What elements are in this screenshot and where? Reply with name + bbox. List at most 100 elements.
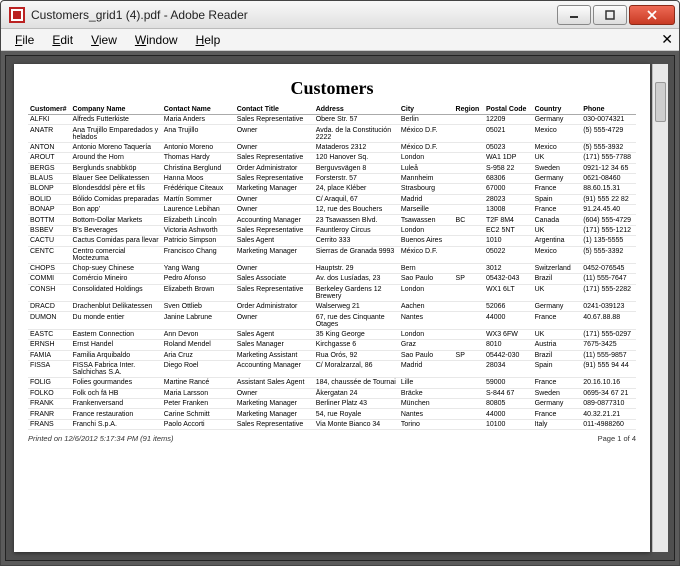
table-row: FOLKOFolk och fä HBMaria LarssonOwnerÅke… <box>28 388 636 398</box>
table-cell: UK <box>533 225 582 235</box>
table-cell: (171) 555-2282 <box>581 284 636 301</box>
table-cell: DUMON <box>28 312 71 329</box>
vertical-scrollbar[interactable] <box>652 64 668 552</box>
table-cell: London <box>399 284 454 301</box>
table-cell: C/ Araquil, 67 <box>314 194 399 204</box>
table-cell: SP <box>454 274 484 284</box>
table-cell: Centro comercial Moctezuma <box>71 246 162 263</box>
table-cell: Sven Ottlieb <box>162 302 235 312</box>
table-cell: 40.32.21.21 <box>581 409 636 419</box>
table-cell <box>454 388 484 398</box>
table-cell <box>454 329 484 339</box>
table-cell: ANATR <box>28 125 71 142</box>
menu-window[interactable]: Window <box>127 31 186 49</box>
table-cell: FOLKO <box>28 388 71 398</box>
table-cell: ALFKI <box>28 115 71 125</box>
menu-view[interactable]: View <box>83 31 125 49</box>
table-cell <box>454 125 484 142</box>
table-cell: Blauer See Delikatessen <box>71 173 162 183</box>
table-cell: CONSH <box>28 284 71 301</box>
table-cell: CENTC <box>28 246 71 263</box>
table-cell: Kirchgasse 6 <box>314 340 399 350</box>
table-cell: Graz <box>399 340 454 350</box>
table-cell: 12209 <box>484 115 533 125</box>
page-footer: Printed on 12/6/2012 5:17:34 PM (91 item… <box>28 434 636 443</box>
table-row: BOTTMBottom-Dollar MarketsElizabeth Linc… <box>28 215 636 225</box>
table-cell: Sao Paulo <box>399 274 454 284</box>
maximize-button[interactable] <box>593 5 627 25</box>
table-cell: BOTTM <box>28 215 71 225</box>
menu-help[interactable]: Help <box>188 31 229 49</box>
table-cell: 40.67.88.88 <box>581 312 636 329</box>
table-row: FRANKFrankenversandPeter FrankenMarketin… <box>28 399 636 409</box>
table-cell: Berguvsvägen 8 <box>314 163 399 173</box>
table-cell: BERGS <box>28 163 71 173</box>
table-cell: FISSA <box>28 360 71 377</box>
table-cell: Strasbourg <box>399 184 454 194</box>
table-cell: 44000 <box>484 409 533 419</box>
table-cell: WX1 6LT <box>484 284 533 301</box>
scroll-thumb[interactable] <box>655 82 666 122</box>
table-cell: Walserweg 21 <box>314 302 399 312</box>
table-cell: Berglunds snabbköp <box>71 163 162 173</box>
table-cell: Folies gourmandes <box>71 378 162 388</box>
table-cell: Marseille <box>399 205 454 215</box>
table-cell: Hauptstr. 29 <box>314 263 399 273</box>
table-cell: Nantes <box>399 312 454 329</box>
table-cell: Cactus Comidas para llevar <box>71 236 162 246</box>
table-cell <box>454 115 484 125</box>
table-cell: Blondesddsl père et fils <box>71 184 162 194</box>
table-cell: Marketing Manager <box>235 399 314 409</box>
table-cell: Frédérique Citeaux <box>162 184 235 194</box>
table-cell: (5) 555-4729 <box>581 125 636 142</box>
table-cell: 0921-12 34 65 <box>581 163 636 173</box>
table-cell <box>454 263 484 273</box>
table-cell: Martín Sommer <box>162 194 235 204</box>
table-row: FOLIGFolies gourmandesMartine RancéAssis… <box>28 378 636 388</box>
table-cell: México D.F. <box>399 246 454 263</box>
window-title: Customers_grid1 (4).pdf - Adobe Reader <box>31 8 557 22</box>
table-cell: Owner <box>235 142 314 152</box>
table-cell: 184, chaussée de Tournai <box>314 378 399 388</box>
table-cell: Germany <box>533 173 582 183</box>
table-cell: FRANS <box>28 419 71 429</box>
table-cell: 80805 <box>484 399 533 409</box>
table-cell: Berliner Platz 43 <box>314 399 399 409</box>
table-row: COMMIComércio MineiroPedro AfonsoSales A… <box>28 274 636 284</box>
table-cell: Ana Trujillo <box>162 125 235 142</box>
table-cell: 05023 <box>484 142 533 152</box>
table-cell: Eastern Connection <box>71 329 162 339</box>
table-cell: COMMI <box>28 274 71 284</box>
menu-file[interactable]: File <box>7 31 42 49</box>
table-cell: FRANR <box>28 409 71 419</box>
table-cell <box>454 284 484 301</box>
table-cell: Lille <box>399 378 454 388</box>
table-cell: FAMIA <box>28 350 71 360</box>
table-cell: Mataderos 2312 <box>314 142 399 152</box>
page-container: Customers Customer#Company NameContact N… <box>5 55 675 561</box>
table-cell: Consolidated Holdings <box>71 284 162 301</box>
table-cell: 35 King George <box>314 329 399 339</box>
menu-edit[interactable]: Edit <box>44 31 81 49</box>
table-cell: Comércio Mineiro <box>71 274 162 284</box>
table-cell: AROUT <box>28 153 71 163</box>
titlebar[interactable]: Customers_grid1 (4).pdf - Adobe Reader <box>1 1 679 29</box>
table-row: BONAPBon app'Laurence LebihanOwner12, ru… <box>28 205 636 215</box>
table-cell: Sweden <box>533 163 582 173</box>
table-cell: Sales Agent <box>235 236 314 246</box>
close-button[interactable] <box>629 5 675 25</box>
table-cell <box>454 236 484 246</box>
table-cell: London <box>399 153 454 163</box>
table-cell: 0241-039123 <box>581 302 636 312</box>
table-cell: Drachenblut Delikatessen <box>71 302 162 312</box>
table-cell <box>454 409 484 419</box>
document-close-icon[interactable]: ✕ <box>661 31 673 48</box>
table-cell: Ann Devon <box>162 329 235 339</box>
table-cell: 05022 <box>484 246 533 263</box>
table-cell: Order Administrator <box>235 163 314 173</box>
column-header: City <box>399 105 454 115</box>
minimize-button[interactable] <box>557 5 591 25</box>
table-cell: Germany <box>533 399 582 409</box>
table-cell: Hanna Moos <box>162 173 235 183</box>
table-cell: 20.16.10.16 <box>581 378 636 388</box>
